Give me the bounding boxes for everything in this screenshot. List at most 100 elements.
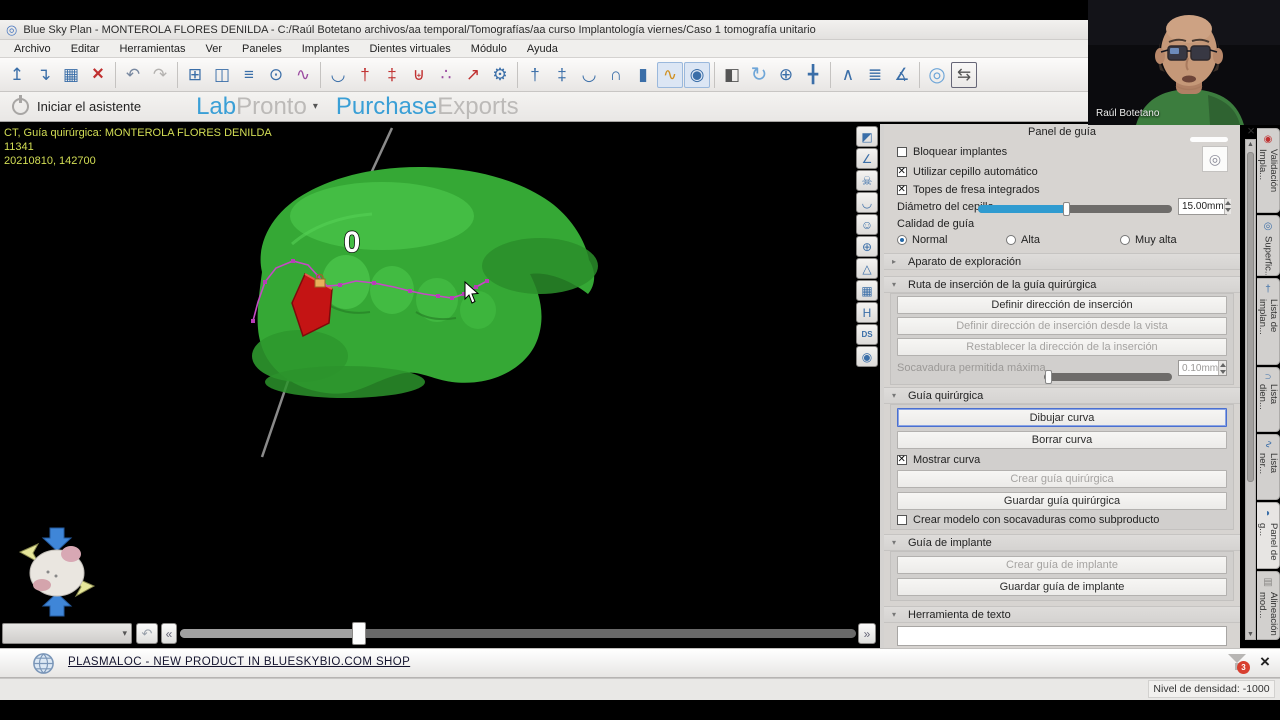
pyramid-view-icon[interactable]: △ bbox=[856, 258, 878, 279]
max-undercut-spinbox[interactable]: 0.10mm bbox=[1178, 360, 1227, 376]
purchaseexports-logo[interactable]: PurchaseExports bbox=[336, 93, 519, 121]
show-curve-checkbox[interactable]: Mostrar curva bbox=[897, 454, 980, 466]
menu-editar[interactable]: Editar bbox=[61, 41, 110, 57]
slice-slider-track[interactable] bbox=[180, 622, 856, 645]
brush-diameter-spinbox[interactable]: 15.00mm bbox=[1178, 198, 1231, 215]
reset-insertion-direction-button[interactable]: Restablecer la dirección de la inserción bbox=[897, 338, 1227, 356]
3d-viewport[interactable]: 0 CT, Guía quirúrgica: MONTEROLA FLORES … bbox=[0, 124, 880, 648]
section-surgical-guide[interactable]: ▾ Guía quirúrgica bbox=[884, 387, 1240, 404]
zoom-tool-icon[interactable]: ⊕ bbox=[773, 62, 799, 88]
axes-view-icon[interactable]: ⊕ bbox=[856, 236, 878, 257]
section-insertion-path[interactable]: ▾ Ruta de inserción de la guía quirúrgic… bbox=[884, 276, 1240, 293]
cylinder-view-icon[interactable]: ▮ bbox=[630, 62, 656, 88]
auto-brush-checkbox[interactable]: Utilizar cepillo automático bbox=[897, 166, 1038, 178]
quality-normal-radio[interactable]: Normal bbox=[897, 234, 947, 246]
add-implant-icon[interactable]: † bbox=[352, 62, 378, 88]
open-icon[interactable]: ↴ bbox=[31, 62, 57, 88]
quality-alta-radio[interactable]: Alta bbox=[1006, 234, 1040, 246]
shop-notification-link[interactable]: PLASMALOC - NEW PRODUCT IN BLUESKYBIO.CO… bbox=[68, 656, 410, 668]
erase-curve-button[interactable]: Borrar curva bbox=[897, 431, 1227, 449]
view-orientation-icon[interactable]: ◩ bbox=[856, 126, 878, 147]
labpronto-logo[interactable]: LabPronto bbox=[196, 93, 307, 121]
define-insertion-from-view-button[interactable]: Definir dirección de inserción desde la … bbox=[897, 317, 1227, 335]
tab-superficie[interactable]: ◎ Superfic... bbox=[1257, 214, 1280, 277]
curve-view-icon[interactable]: ∿ bbox=[657, 61, 683, 88]
refresh-icon[interactable]: ↻ bbox=[746, 62, 772, 88]
ds-view-icon[interactable]: DS bbox=[856, 324, 878, 345]
spinner-arrows[interactable] bbox=[1218, 361, 1226, 375]
face-view-icon[interactable]: ☺ bbox=[856, 214, 878, 235]
implant-settings-icon[interactable]: ⚙ bbox=[487, 62, 513, 88]
save-implant-guide-button[interactable]: Guardar guía de implante bbox=[897, 578, 1227, 596]
ruler-icon[interactable]: ≣ bbox=[862, 62, 888, 88]
layout-grid-icon[interactable]: ⊞ bbox=[182, 62, 208, 88]
skull-view-icon[interactable]: ☠ bbox=[856, 170, 878, 191]
chevron-down-icon[interactable]: ▾ bbox=[313, 101, 318, 112]
slider-handle[interactable] bbox=[1045, 370, 1052, 384]
abutment-view-icon[interactable]: ‡ bbox=[549, 62, 575, 88]
density-level-icon[interactable]: ∧ bbox=[835, 62, 861, 88]
scrollbar-thumb[interactable] bbox=[1247, 152, 1254, 482]
lock-implants-checkbox[interactable]: Bloquear implantes bbox=[897, 146, 1007, 158]
delete-icon[interactable]: × bbox=[85, 62, 111, 88]
section-scan-appliance[interactable]: ▸ Aparato de exploración bbox=[884, 253, 1240, 270]
tab-validacion-implantes[interactable]: ◉ Validación Impla... bbox=[1257, 128, 1280, 213]
create-surgical-guide-button[interactable]: Crear guía quirúrgica bbox=[897, 470, 1227, 488]
slider-handle[interactable] bbox=[1063, 202, 1070, 216]
slice-prev-button[interactable]: « bbox=[161, 623, 177, 644]
menu-implantes[interactable]: Implantes bbox=[292, 41, 360, 57]
create-implant-guide-button[interactable]: Crear guía de implante bbox=[897, 556, 1227, 574]
tab-lista-implantes[interactable]: † Lista de implan... bbox=[1257, 278, 1280, 366]
spiral-logo-button[interactable]: ◎ bbox=[1202, 146, 1228, 172]
section-implant-guide[interactable]: ▾ Guía de implante bbox=[884, 534, 1240, 551]
switch-layout-icon[interactable]: ⇆ bbox=[951, 61, 977, 88]
brush-diameter-slider[interactable] bbox=[978, 202, 1172, 216]
add-tooth-icon[interactable]: ⊎ bbox=[406, 62, 432, 88]
save-icon[interactable]: ▦ bbox=[58, 62, 84, 88]
adjust-sliders-icon[interactable]: ≡ bbox=[236, 62, 262, 88]
redo-icon[interactable]: ↷ bbox=[147, 62, 173, 88]
tooth-view-icon[interactable]: ∩ bbox=[603, 62, 629, 88]
define-insertion-direction-button[interactable]: Definir dirección de inserción bbox=[897, 296, 1227, 314]
close-panel-button[interactable]: × bbox=[1244, 124, 1258, 138]
scroll-down-icon[interactable]: ▼ bbox=[1246, 631, 1255, 638]
tab-alineacion-modelo[interactable]: ▤ Alineación mod... bbox=[1257, 570, 1280, 641]
menu-modulo[interactable]: Módulo bbox=[461, 41, 517, 57]
zoom-detail-icon[interactable]: ⊙ bbox=[263, 62, 289, 88]
panel-scrollbar[interactable]: ▲ ▼ bbox=[1245, 139, 1256, 640]
slice-handle-icon[interactable]: H bbox=[856, 302, 878, 323]
snapshot-icon[interactable]: ◉ bbox=[856, 346, 878, 367]
angle-tool-icon[interactable]: ∠ bbox=[856, 148, 878, 169]
menu-ayuda[interactable]: Ayuda bbox=[517, 41, 568, 57]
grid-view-icon[interactable]: ▦ bbox=[856, 280, 878, 301]
panels-icon[interactable]: ◫ bbox=[209, 62, 235, 88]
pan-tool-icon[interactable]: ╋ bbox=[800, 62, 826, 88]
implant-path-icon[interactable]: ∴ bbox=[433, 62, 459, 88]
text-tool-input[interactable] bbox=[897, 626, 1227, 646]
draw-curve-button[interactable]: Dibujar curva bbox=[897, 408, 1227, 427]
tab-lista-nervios[interactable]: ∿ Lista ner... bbox=[1257, 434, 1280, 500]
section-text-tool[interactable]: ▾ Herramienta de texto bbox=[884, 606, 1240, 623]
spiral-logo-icon[interactable]: ◎ bbox=[924, 62, 950, 88]
lock-visibility-icon[interactable]: ◉ bbox=[684, 61, 710, 88]
undercut-byproduct-checkbox[interactable]: Crear modelo con socavaduras como subpro… bbox=[897, 514, 1159, 526]
arch-view-icon[interactable]: ◡ bbox=[856, 192, 878, 213]
menu-ver[interactable]: Ver bbox=[195, 41, 232, 57]
slice-combobox[interactable]: ▾ bbox=[2, 623, 132, 644]
start-wizard-button[interactable]: Iniciar el asistente bbox=[37, 99, 141, 114]
protractor-icon[interactable]: ∡ bbox=[889, 62, 915, 88]
tab-panel-de-guia[interactable]: ◗ Panel de g... bbox=[1257, 501, 1280, 569]
menu-archivo[interactable]: Archivo bbox=[4, 41, 61, 57]
slice-undo-button[interactable]: ↶ bbox=[136, 623, 158, 644]
import-icon[interactable]: ↥ bbox=[4, 62, 30, 88]
notification-badge[interactable]: 3 bbox=[1237, 661, 1250, 674]
denture-view-icon[interactable]: ◡ bbox=[576, 62, 602, 88]
menu-paneles[interactable]: Paneles bbox=[232, 41, 292, 57]
max-undercut-slider[interactable] bbox=[1044, 370, 1172, 384]
quality-muyalta-radio[interactable]: Muy alta bbox=[1120, 234, 1177, 246]
menu-herramientas[interactable]: Herramientas bbox=[109, 41, 195, 57]
measure-compass-icon[interactable]: ∿ bbox=[290, 62, 316, 88]
implant-view-icon[interactable]: † bbox=[522, 62, 548, 88]
close-notification-icon[interactable]: × bbox=[1260, 652, 1270, 672]
spinner-arrows[interactable] bbox=[1223, 199, 1231, 214]
